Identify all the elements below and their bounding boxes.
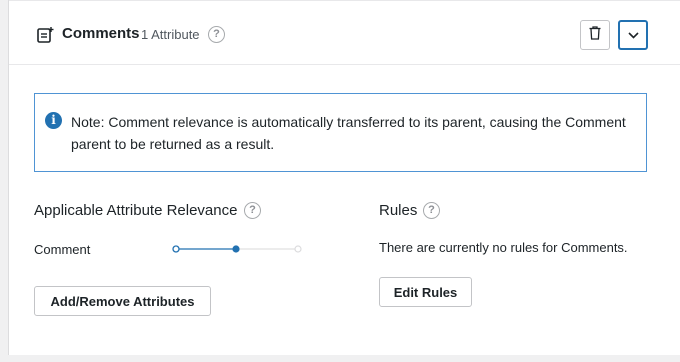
notice-text: Note: Comment relevance is automatically…: [71, 114, 626, 152]
rules-empty-text: There are currently no rules for Comment…: [379, 240, 628, 255]
info-notice: i Note: Comment relevance is automatical…: [34, 93, 647, 172]
rules-help-icon[interactable]: ?: [423, 202, 440, 219]
comment-post-icon: [36, 26, 54, 44]
trash-icon: [589, 25, 601, 45]
source-panel: Comments 1 Attribute ? i Note: Comment r…: [8, 0, 680, 355]
attribute-label-comment: Comment: [34, 242, 91, 257]
edit-rules-button[interactable]: Edit Rules: [379, 277, 472, 307]
relevance-slider-comment[interactable]: [171, 242, 303, 256]
delete-source-button[interactable]: [580, 20, 610, 50]
rules-heading: Rules: [379, 202, 418, 219]
add-remove-attributes-button[interactable]: Add/Remove Attributes: [34, 286, 211, 316]
info-icon: i: [45, 112, 62, 129]
collapse-toggle-button[interactable]: [618, 20, 648, 50]
source-header: Comments 1 Attribute ?: [9, 0, 680, 65]
attribute-count: 1 Attribute: [141, 27, 200, 42]
attribute-relevance-heading: Applicable Attribute Relevance: [34, 202, 238, 219]
source-title: Comments: [62, 25, 140, 42]
attribute-relevance-help-icon[interactable]: ?: [244, 202, 261, 219]
chevron-down-icon: [627, 26, 639, 44]
help-icon[interactable]: ?: [208, 26, 225, 43]
